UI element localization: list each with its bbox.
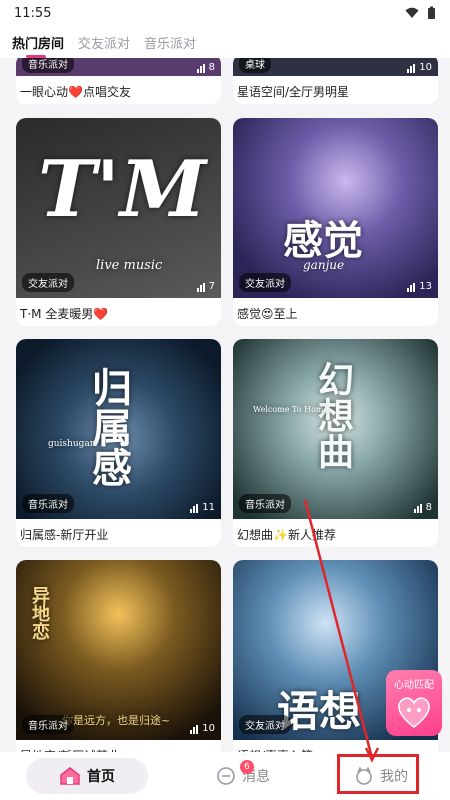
message-count-badge: 6 <box>240 760 254 774</box>
wifi-icon <box>405 7 419 18</box>
room-cover: 归属感 guishugan 音乐派对 11 <box>16 339 221 519</box>
popularity-count: 8 <box>196 62 215 73</box>
popularity-value: 10 <box>419 62 432 73</box>
message-icon <box>217 767 235 785</box>
popularity-icon <box>413 504 422 513</box>
room-cover: 幻想曲 Welcome To Home 音乐派对 8 <box>233 339 438 519</box>
room-feed: 音乐派对 8 一眼心动❤️点唱交友 桌球 10 星语空间/全厅男明星 T'M l… <box>0 58 450 758</box>
popularity-value: 7 <box>208 281 215 292</box>
popularity-value: 10 <box>202 723 215 734</box>
nav-home[interactable]: 首页 <box>26 758 148 794</box>
popularity-value: 13 <box>419 281 432 292</box>
nav-home-label: 首页 <box>87 769 115 785</box>
match-promo-label: 心动匹配 <box>394 680 434 691</box>
popularity-count: 13 <box>407 281 432 292</box>
room-card[interactable]: 感觉 ganjue 交友派对 13 感觉😍至上 <box>233 118 438 326</box>
status-icons <box>405 6 436 20</box>
room-card[interactable]: T'M live music 交友派对 7 T·M 全麦暖男❤️ <box>16 118 221 326</box>
heart-icon <box>398 697 430 728</box>
category-badge: 音乐派对 <box>22 494 74 513</box>
room-card[interactable]: 异地恋 你是远方，也是归途~ 音乐派对 10 异地恋/新厅试营业 <box>16 560 221 758</box>
nav-messages[interactable]: 6 消息 <box>200 758 286 794</box>
nav-profile-label: 我的 <box>380 769 408 785</box>
tab-friend-party[interactable]: 交友派对 <box>78 33 130 52</box>
room-cover: T'M live music 交友派对 7 <box>16 118 221 298</box>
popularity-count: 7 <box>196 281 215 292</box>
cover-art-text: 幻想曲 <box>312 361 354 469</box>
cover-art-subtext: 你是远方，也是归途~ <box>62 714 171 727</box>
room-cover: 感觉 ganjue 交友派对 13 <box>233 118 438 298</box>
popularity-value: 11 <box>202 502 215 513</box>
category-badge: 音乐派对 <box>22 715 74 734</box>
bottom-nav: 首页 6 消息 我的 <box>0 752 450 800</box>
battery-icon <box>428 6 435 19</box>
category-badge: 桌球 <box>239 58 271 73</box>
cover-art-subtext: guishugan <box>48 439 96 449</box>
room-title: 一眼心动❤️点唱交友 <box>20 85 131 99</box>
popularity-icon <box>196 64 205 73</box>
room-cover: 桌球 10 <box>233 58 438 76</box>
profile-icon <box>356 766 372 785</box>
home-icon <box>60 767 80 785</box>
category-badge: 音乐派对 <box>22 58 74 73</box>
room-card[interactable]: 归属感 guishugan 音乐派对 11 归属感-新厅开业 <box>16 339 221 547</box>
popularity-value: 8 <box>208 62 215 73</box>
room-cover: 音乐派对 8 <box>16 58 221 76</box>
cover-art-text: T'M <box>38 144 207 235</box>
popularity-icon <box>190 504 199 513</box>
cover-art-text: 归属感 <box>85 367 132 487</box>
status-bar: 11:55 <box>0 0 450 26</box>
popularity-icon <box>407 283 416 292</box>
room-title: 归属感-新厅开业 <box>20 528 109 542</box>
category-badge: 交友派对 <box>239 273 291 292</box>
category-tabs: 热门房间 交友派对 音乐派对 <box>0 26 450 58</box>
room-card[interactable]: 幻想曲 Welcome To Home 音乐派对 8 幻想曲✨新人推荐 <box>233 339 438 547</box>
category-badge: 交友派对 <box>239 715 291 734</box>
popularity-count: 10 <box>190 723 215 734</box>
room-title: 星语空间/全厅男明星 <box>237 85 350 99</box>
tab-hot-rooms[interactable]: 热门房间 <box>12 33 64 58</box>
category-badge: 音乐派对 <box>239 494 291 513</box>
room-card[interactable]: 桌球 10 星语空间/全厅男明星 <box>233 58 438 104</box>
tab-music-party[interactable]: 音乐派对 <box>144 33 196 52</box>
nav-profile[interactable]: 我的 <box>338 758 424 794</box>
popularity-value: 8 <box>425 502 432 513</box>
room-title: 感觉😍至上 <box>237 307 298 321</box>
popularity-icon <box>190 725 199 734</box>
popularity-count: 8 <box>413 502 432 513</box>
category-badge: 交友派对 <box>22 273 74 292</box>
popularity-count: 10 <box>407 62 432 73</box>
match-promo-button[interactable]: 心动匹配 <box>386 670 442 736</box>
cover-art-subtext: ganjue <box>303 258 345 272</box>
cover-art-subtext: live music <box>96 258 163 273</box>
cover-art-subtext: Welcome To Home <box>253 405 329 414</box>
cover-art-text: 异地恋 <box>29 586 50 640</box>
room-cover: 异地恋 你是远方，也是归途~ 音乐派对 10 <box>16 560 221 740</box>
room-title: 幻想曲✨新人推荐 <box>237 528 336 542</box>
room-title: T·M 全麦暖男❤️ <box>20 307 109 321</box>
status-time: 11:55 <box>14 5 52 21</box>
popularity-icon <box>196 283 205 292</box>
popularity-count: 11 <box>190 502 215 513</box>
room-card[interactable]: 音乐派对 8 一眼心动❤️点唱交友 <box>16 58 221 104</box>
popularity-icon <box>407 64 416 73</box>
